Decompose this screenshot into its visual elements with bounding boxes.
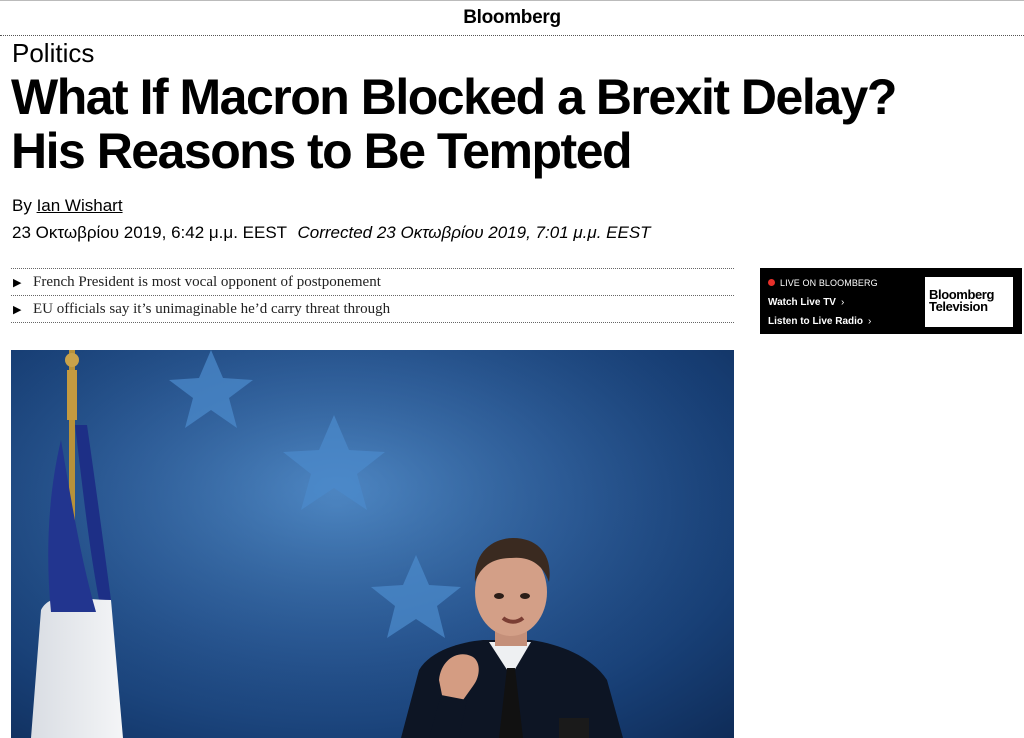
article-headline: What If Macron Blocked a Brexit Delay? H…	[11, 70, 1011, 178]
summary-text: French President is most vocal opponent …	[33, 273, 381, 290]
chevron-right-icon: ›	[868, 316, 872, 327]
section-label[interactable]: Politics	[12, 38, 94, 69]
corrected-time: Corrected 23 Οκτωβρίου 2019, 7:01 μ.μ. E…	[297, 223, 651, 242]
watch-live-tv-label: Watch Live TV	[768, 297, 836, 308]
chevron-right-icon: ›	[840, 297, 845, 308]
dateline: 23 Οκτωβρίου 2019, 6:42 μ.μ. EEST Correc…	[12, 223, 651, 243]
byline-prefix: By	[12, 196, 32, 215]
bloomberg-tv-promo: LIVE ON BLOOMBERG Watch Live TV › Listen …	[760, 268, 1022, 334]
live-dot-icon	[768, 279, 775, 286]
site-header: Bloomberg	[0, 0, 1024, 36]
article-summary: ▶ French President is most vocal opponen…	[11, 268, 734, 323]
live-label: LIVE ON BLOOMBERG	[780, 278, 878, 288]
summary-text: EU officials say it’s unimaginable he’d …	[33, 300, 391, 317]
headline-line-1: What If Macron Blocked a Brexit Delay?	[11, 69, 897, 125]
summary-item: ▶ French President is most vocal opponen…	[11, 269, 734, 296]
headline-line-2: His Reasons to Be Tempted	[11, 123, 633, 179]
published-time: 23 Οκτωβρίου 2019, 6:42 μ.μ. EEST	[12, 223, 287, 242]
summary-item: ▶ EU officials say it’s unimaginable he’…	[11, 296, 734, 323]
triangle-right-icon: ▶	[13, 303, 22, 316]
listen-live-radio-label: Listen to Live Radio	[768, 316, 864, 327]
bloomberg-logo[interactable]: Bloomberg	[0, 7, 1024, 29]
listen-live-radio-link[interactable]: Listen to Live Radio ›	[768, 316, 871, 327]
author-link[interactable]: Ian Wishart	[37, 196, 123, 215]
live-indicator: LIVE ON BLOOMBERG	[768, 278, 878, 288]
watch-live-tv-link[interactable]: Watch Live TV ›	[768, 297, 844, 308]
triangle-right-icon: ▶	[13, 276, 22, 289]
tv-logo-line-2: Television	[929, 299, 988, 314]
bloomberg-television-logo[interactable]: Bloomberg Television	[925, 277, 1013, 327]
byline: By Ian Wishart	[12, 196, 123, 216]
lead-photo-illustration	[11, 350, 734, 738]
lead-photo	[11, 350, 734, 738]
